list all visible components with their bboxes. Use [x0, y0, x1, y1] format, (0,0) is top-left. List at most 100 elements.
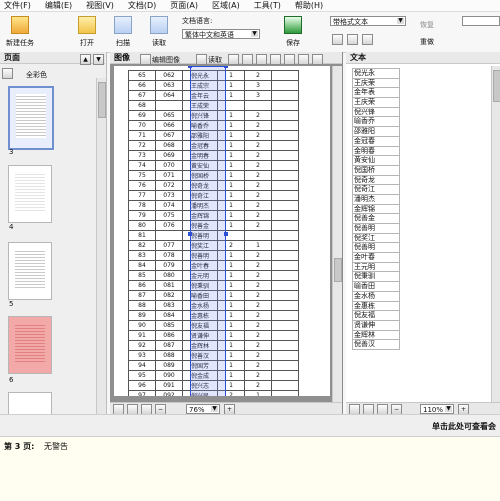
- restore-button[interactable]: 恢复: [420, 20, 434, 30]
- text-cell[interactable]: 金明春: [352, 146, 400, 157]
- table-cell: 2: [244, 270, 272, 281]
- save-button[interactable]: 保存: [284, 14, 302, 50]
- text-cell[interactable]: 潘明杰: [352, 194, 400, 205]
- page-thumbnail-4[interactable]: [8, 165, 52, 223]
- page-warning: 无警告: [44, 442, 68, 451]
- table-cell: [271, 180, 299, 191]
- text-cell[interactable]: 倪奇江: [352, 185, 400, 195]
- menu-file[interactable]: 文件(F): [4, 0, 31, 11]
- text-cell[interactable]: 倪善金: [352, 214, 400, 224]
- text-cell[interactable]: 王元明: [352, 262, 400, 273]
- text-cell[interactable]: 倪友福: [352, 311, 400, 321]
- text-cell[interactable]: 倪善汉: [352, 340, 400, 350]
- table-area-icon[interactable]: [256, 54, 267, 65]
- edit-image-icon[interactable]: [140, 54, 151, 65]
- menu-document[interactable]: 文档(D): [128, 0, 156, 11]
- selection-handle[interactable]: [224, 232, 228, 236]
- text-cell[interactable]: 倪善明: [352, 243, 400, 254]
- text-cell[interactable]: 金辉锦: [352, 204, 400, 215]
- doc-language-select[interactable]: 繁体中文和英语 ▼: [182, 29, 260, 39]
- text-cell[interactable]: 倪光永: [352, 68, 400, 79]
- image-zoom-select[interactable]: 76% ▼: [186, 404, 220, 414]
- scanned-page[interactable]: 65 062 倪光永 1 2 66 063 王成宗 1 3 67 064 金年云 1 3 68 王成荣 69 065…: [114, 66, 330, 396]
- layout-icon[interactable]: [332, 34, 343, 45]
- zoom-icon[interactable]: [362, 34, 373, 45]
- text-cell[interactable]: 金冠春: [352, 136, 400, 147]
- text-cell[interactable]: 喻香田: [352, 282, 400, 292]
- text-scrollbar[interactable]: [491, 66, 500, 402]
- toolbar-extra-field[interactable]: [462, 16, 500, 26]
- pages-scrollbar[interactable]: [96, 78, 106, 414]
- image-scrollbar[interactable]: [332, 66, 342, 402]
- text-cell[interactable]: 王庆荣: [352, 98, 400, 108]
- barcode-area-icon[interactable]: [284, 54, 295, 65]
- click-to-view-hint[interactable]: 单击此处可查看会: [432, 421, 496, 432]
- page-thumbnail-3[interactable]: [8, 86, 54, 150]
- selection-handle[interactable]: [188, 232, 192, 236]
- text-cell[interactable]: 倪国桥: [352, 165, 400, 176]
- menu-page[interactable]: 页面(A): [170, 0, 198, 11]
- text-cell[interactable]: 黄安仙: [352, 156, 400, 166]
- selection-handle[interactable]: [224, 66, 228, 68]
- recognized-text[interactable]: 倪光永 王庆荣 金年表 王庆荣 倪兴锋 喻香乔 邵雅阳 金冠春 金明春 黄安仙 倪国桥 倪奇龙 倪奇江潘…: [352, 68, 400, 350]
- pages-scroll-thumb[interactable]: [98, 82, 106, 118]
- image-icon[interactable]: [347, 34, 358, 45]
- area-tool-icon[interactable]: [228, 54, 239, 65]
- arrow-up-icon[interactable]: ▲: [80, 54, 91, 65]
- menu-tools[interactable]: 工具(T): [254, 0, 281, 11]
- page-number-4: 4: [9, 223, 14, 231]
- table-cell: 2: [244, 320, 272, 331]
- text-cell[interactable]: 王庆荣: [352, 78, 400, 89]
- text-cell[interactable]: 倪善明: [352, 224, 400, 234]
- page-thumbnail-7[interactable]: [8, 392, 52, 416]
- text-cell[interactable]: 金辉林: [352, 330, 400, 341]
- color-mode-label[interactable]: 全彩色: [26, 70, 47, 80]
- read-page-button[interactable]: 读取: [208, 55, 222, 65]
- menu-help[interactable]: 帮助(H): [295, 0, 323, 11]
- text-scroll-thumb[interactable]: [493, 70, 500, 102]
- text-cell[interactable]: 金叶春: [352, 253, 400, 263]
- page-thumbnail-5[interactable]: [8, 242, 52, 300]
- table-cell: 062: [155, 70, 183, 81]
- page-view-icon[interactable]: [2, 68, 13, 79]
- arrow-down-icon[interactable]: ▼: [93, 54, 104, 65]
- scan-button[interactable]: 扫描: [114, 14, 132, 50]
- selection-handle[interactable]: [188, 66, 192, 68]
- pan-tool-icon[interactable]: [312, 54, 323, 65]
- menu-edit[interactable]: 编辑(E): [45, 0, 72, 11]
- menu-view[interactable]: 视图(V): [86, 0, 114, 11]
- picture-area-icon[interactable]: [270, 54, 281, 65]
- edit-image-button[interactable]: 编辑图像: [152, 55, 180, 65]
- text-cell[interactable]: 邵雅阳: [352, 127, 400, 137]
- text-cell[interactable]: 倪秉驯: [352, 272, 400, 283]
- text-cell[interactable]: 贤谦伸: [352, 320, 400, 331]
- status-strip: 单击此处可查看会: [0, 414, 500, 437]
- text-zoom-select[interactable]: 110% ▼: [420, 404, 454, 414]
- text-cell[interactable]: 倪奇龙: [352, 175, 400, 186]
- text-cell[interactable]: 倪兴锋: [352, 107, 400, 118]
- text-cell[interactable]: 金惠栋: [352, 301, 400, 312]
- table-cell: 068: [155, 140, 183, 151]
- image-scroll-thumb[interactable]: [334, 258, 342, 282]
- table-cell: 073: [155, 190, 183, 201]
- text-cell[interactable]: 喻香乔: [352, 117, 400, 128]
- text-area-icon[interactable]: [242, 54, 253, 65]
- new-task-button[interactable]: 新建任务: [6, 14, 34, 50]
- table-cell: 084: [155, 310, 183, 321]
- read-button[interactable]: 读取: [150, 14, 168, 50]
- redo-button[interactable]: 重做: [420, 37, 434, 47]
- text-cell[interactable]: 金年表: [352, 88, 400, 99]
- menu-area[interactable]: 区域(A): [212, 0, 240, 11]
- open-button[interactable]: 打开: [78, 14, 96, 50]
- text-cell[interactable]: 倪奖江: [352, 233, 400, 244]
- format-select[interactable]: 带格式文本 ▼: [330, 16, 406, 26]
- table-cell: [271, 140, 299, 151]
- table-cell: 2: [244, 170, 272, 181]
- select-tool-icon[interactable]: [298, 54, 309, 65]
- page-thumbnail-6[interactable]: [8, 316, 52, 374]
- table-cell: [271, 270, 299, 281]
- selection-area[interactable]: [188, 66, 228, 396]
- table-cell: 082: [155, 290, 183, 301]
- read-page-icon[interactable]: [196, 54, 207, 65]
- text-cell[interactable]: 金水杨: [352, 291, 400, 302]
